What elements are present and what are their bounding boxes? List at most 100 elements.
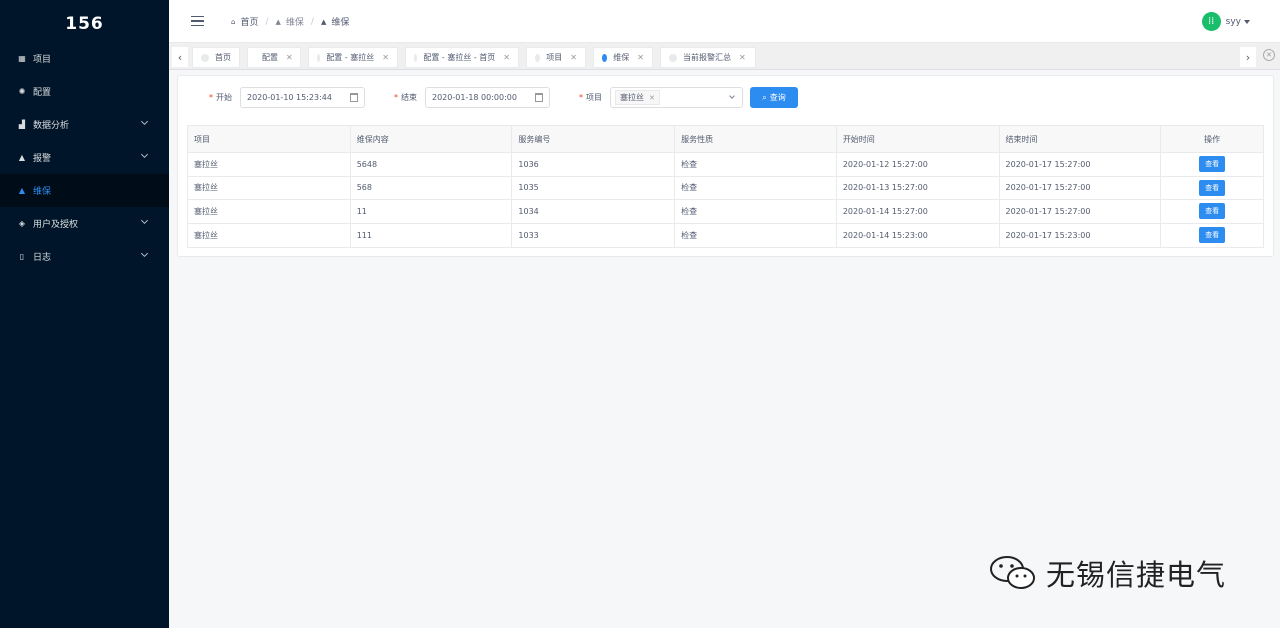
breadcrumb-separator: / [310, 16, 314, 27]
close-icon[interactable]: ✕ [637, 53, 644, 62]
table-cell: 111 [351, 223, 513, 247]
tab[interactable]: 维保 ✕ [593, 47, 653, 68]
view-button[interactable]: 查看 [1199, 156, 1226, 173]
layers-icon: ◈ [18, 219, 26, 228]
column-header: 服务编号 [512, 126, 676, 152]
tab[interactable]: 配置 ✕ [247, 47, 301, 68]
close-all-tabs-icon[interactable]: ✕ [1263, 49, 1275, 61]
view-button[interactable]: 查看 [1199, 203, 1226, 220]
tabs-scroll-left-icon[interactable]: ‹ [172, 47, 188, 67]
tab[interactable]: 首页 [192, 47, 240, 68]
project-tag: 塞拉丝 ✕ [615, 90, 660, 105]
tab-label: 维保 [613, 53, 630, 62]
breadcrumb-item-maintenance[interactable]: ▲ 维保 [276, 15, 304, 29]
tab[interactable]: 配置 - 塞拉丝 - 首页 ✕ [405, 47, 519, 68]
home-icon: ⌂ [231, 17, 236, 26]
table-cell: 2020-01-17 15:27:00 [1000, 176, 1162, 199]
breadcrumb-item-home[interactable]: ⌂ 首页 [231, 15, 258, 29]
table-cell: 11 [351, 200, 513, 223]
sidebar-item[interactable]: ▦ 项目 [0, 42, 169, 75]
table-row: 塞拉丝 111 1033 检查 2020-01-14 15:23:00 2020-01-1… [188, 223, 1263, 248]
menu-toggle-icon[interactable] [191, 16, 204, 26]
breadcrumb: ⌂ 首页 / ▲ 维保 / ▲ 维保 [231, 15, 350, 29]
column-header: 服务性质 [675, 126, 837, 152]
close-icon[interactable]: ✕ [286, 53, 293, 62]
table-header-row: 项目 维保内容 服务编号 服务性质 开始时间 结束时间 操作 [188, 126, 1263, 153]
tab-status-dot [201, 53, 209, 62]
table-cell-action: 查看 [1161, 224, 1263, 248]
chevron-down-icon [140, 249, 149, 258]
table-cell: 2020-01-17 15:23:00 [1000, 223, 1162, 247]
start-label: * 开始 [209, 93, 232, 102]
sidebar-item[interactable]: ▯ 日志 [0, 240, 169, 273]
sidebar: 156 ▦ 项目 ✺ 配置 ▟ 数据分析 ▲ 报警 ▲ 维保 ◈ 用户及授权 ▯ 日志 [0, 0, 169, 628]
wechat-icon [990, 556, 1035, 589]
user-menu[interactable]: ⁞⁞ syy [1201, 12, 1250, 31]
table-cell: 检查 [675, 153, 837, 176]
sidebar-item[interactable]: ▲ 报警 [0, 141, 169, 174]
table-cell: 塞拉丝 [188, 176, 351, 199]
tab-label: 首页 [215, 53, 231, 62]
table-cell: 2020-01-13 15:27:00 [837, 176, 1000, 199]
table-cell: 1033 [512, 223, 676, 247]
table-cell: 2020-01-12 15:27:00 [837, 153, 1000, 176]
sidebar-item[interactable]: ◈ 用户及授权 [0, 207, 169, 240]
table-cell-action: 查看 [1161, 153, 1263, 176]
caret-down-icon [1244, 19, 1250, 24]
project-select[interactable]: 塞拉丝 ✕ [610, 87, 743, 108]
sidebar-item-label: 维保 [33, 187, 52, 197]
chevron-down-icon [140, 216, 149, 225]
start-date-input[interactable]: 2020-01-10 15:23:44 [240, 87, 365, 108]
bell-icon: ▲ [18, 153, 26, 162]
chevron-down-icon [140, 117, 149, 126]
sidebar-item[interactable]: ✺ 配置 [0, 75, 169, 108]
table-cell: 塞拉丝 [188, 200, 351, 223]
tab-label: 配置 - 塞拉丝 [326, 53, 375, 62]
close-icon[interactable]: ✕ [503, 53, 510, 62]
table-cell: 检查 [675, 223, 837, 247]
table-cell: 2020-01-14 15:27:00 [837, 200, 1000, 223]
avatar: ⁞⁞ [1201, 12, 1221, 31]
table-cell: 2020-01-17 15:27:00 [1000, 153, 1162, 176]
sidebar-item-label: 用户及授权 [33, 220, 79, 230]
tab-status-dot [602, 53, 608, 62]
table-row: 塞拉丝 568 1035 检查 2020-01-13 15:27:00 2020-01-1… [188, 176, 1263, 200]
column-header: 结束时间 [1000, 126, 1162, 152]
end-date-input[interactable]: 2020-01-18 00:00:00 [425, 87, 550, 108]
bar-chart-icon: ▟ [18, 120, 26, 129]
table-cell: 2020-01-17 15:27:00 [1000, 200, 1162, 223]
close-icon[interactable]: ✕ [570, 53, 577, 62]
table-cell: 检查 [675, 176, 837, 199]
close-icon[interactable]: ✕ [739, 53, 746, 62]
table-cell: 检查 [675, 200, 837, 223]
sidebar-item[interactable]: ▲ 维保 [0, 174, 169, 207]
table-cell-action: 查看 [1161, 200, 1263, 223]
sidebar-item-label: 日志 [33, 253, 52, 263]
table-cell: 568 [351, 176, 513, 199]
tab[interactable]: 当前报警汇总 ✕ [660, 47, 756, 68]
tag-close-icon[interactable]: ✕ [649, 94, 655, 102]
tab[interactable]: 配置 - 塞拉丝 ✕ [308, 47, 398, 68]
bell-icon: ▲ [18, 186, 26, 195]
breadcrumb-item-current: ▲ 维保 [320, 17, 350, 29]
view-button[interactable]: 查看 [1199, 179, 1226, 196]
tab-status-dot [535, 53, 541, 62]
username: syy [1225, 16, 1241, 27]
maintenance-table: 项目 维保内容 服务编号 服务性质 开始时间 结束时间 操作 塞拉丝 5648 10… [187, 125, 1264, 248]
table-row: 塞拉丝 5648 1036 检查 2020-01-12 15:27:00 2020-01-… [188, 153, 1263, 177]
project-label: * 项目 [579, 93, 602, 102]
chevron-down-icon [140, 150, 149, 159]
close-icon[interactable]: ✕ [382, 53, 389, 62]
tab-status-dot [669, 53, 677, 62]
grid-icon: ▦ [18, 54, 26, 63]
view-button[interactable]: 查看 [1199, 227, 1226, 244]
tabs-scroll-right-icon[interactable]: › [1240, 47, 1256, 67]
bell-icon: ▲ [320, 17, 327, 26]
tab[interactable]: 项目 ✕ [526, 47, 586, 68]
query-button[interactable]: ⌕ 查询 [750, 87, 798, 108]
column-header: 操作 [1204, 134, 1221, 144]
sidebar-item[interactable]: ▟ 数据分析 [0, 108, 169, 141]
tab-label: 项目 [546, 53, 563, 62]
table-cell: 2020-01-14 15:23:00 [837, 223, 1000, 247]
chevron-down-icon [729, 93, 735, 99]
